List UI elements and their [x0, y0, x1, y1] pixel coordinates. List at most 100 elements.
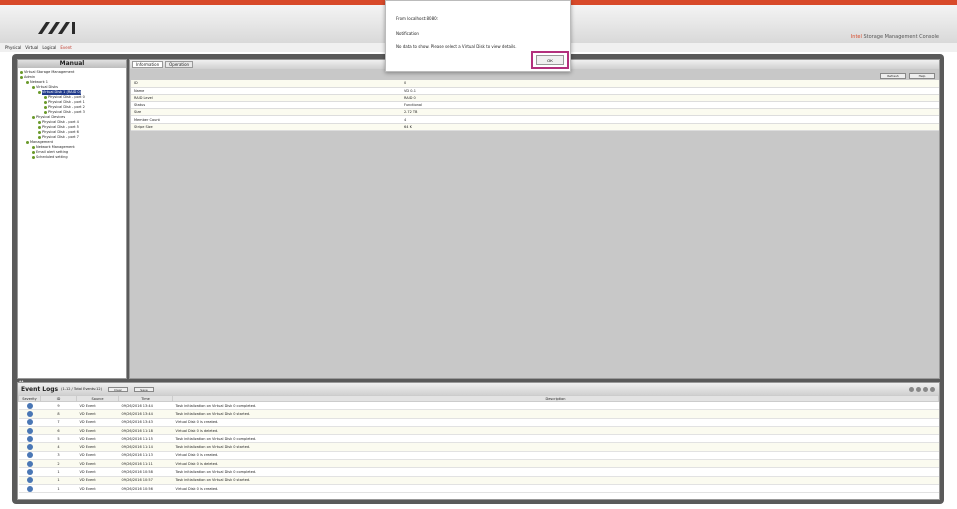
cell-time: 09/26/2016 13:43: [118, 418, 173, 427]
tree-item-label: Email alert setting: [36, 150, 69, 154]
cell-id: 9: [40, 401, 77, 411]
cell-source: VD Event: [76, 409, 119, 419]
disk-icon: [44, 105, 47, 109]
severity-cell: [18, 418, 41, 427]
tree-item-label: Scheduled setting: [36, 155, 68, 159]
disk-icon: [44, 95, 47, 99]
help-button[interactable]: Help: [909, 73, 935, 79]
property-key: Size: [131, 108, 401, 117]
brand-title: Intel Storage Management Console: [851, 34, 939, 40]
menu-item-logical[interactable]: Logical: [42, 45, 56, 50]
event-log-toolbar: Event Logs (1-12 / Total Events:12) Clea…: [18, 383, 939, 395]
tree-item-label: Physical Disk - port 4: [42, 120, 79, 124]
tree-item[interactable]: Scheduled setting: [20, 155, 124, 160]
cell-desc: Task initialization on Virtual Disk 0 st…: [172, 476, 939, 485]
table-row[interactable]: 6 VD Event 09/26/2016 11:18 Virtual Disk 0 …: [18, 426, 939, 436]
property-value: 4: [401, 115, 939, 124]
notification-dialog: From localhost:8080: Notification No dat…: [385, 0, 571, 72]
cell-time: 09/26/2016 11:14: [118, 442, 173, 452]
clear-button[interactable]: Clear: [107, 386, 128, 392]
property-row: Status Functional: [131, 101, 939, 110]
table-row[interactable]: 3 VD Event 09/26/2016 11:13 Virtual Disk 0 …: [18, 451, 939, 461]
cell-time: 09/26/2016 11:13: [118, 451, 173, 461]
save-button[interactable]: Save: [133, 386, 154, 392]
tree-item-label: Physical Disk - port 1: [48, 100, 85, 104]
property-key: RAID Level: [131, 94, 401, 103]
prev-page-icon[interactable]: [916, 386, 921, 392]
info-icon: [26, 477, 33, 484]
severity-cell: [18, 401, 41, 411]
brand-name: Storage Management Console: [863, 34, 939, 40]
info-icon: [26, 435, 33, 442]
cell-time: 09/26/2016 11:15: [118, 434, 173, 444]
severity-cell: [18, 467, 41, 477]
cell-time: 09/26/2016 10:56: [118, 484, 173, 494]
cell-desc: Task initialization on Virtual Disk 0 st…: [172, 409, 939, 419]
tab-information[interactable]: Information: [132, 61, 164, 68]
disk-icon: [20, 75, 23, 79]
event-log-actions: [909, 386, 935, 392]
severity-cell: [18, 426, 41, 436]
cell-source: VD Event: [76, 459, 119, 469]
severity-cell: [18, 459, 41, 469]
cell-id: 6: [40, 426, 77, 436]
table-row[interactable]: 9 VD Event 09/26/2016 13:44 Task initializa…: [18, 401, 939, 411]
table-row[interactable]: 2 VD Event 09/26/2016 11:11 Virtual Disk 0 …: [18, 459, 939, 469]
property-value: 2.72 TB: [401, 108, 939, 117]
properties-table: ID 0 Name VD 0-1 RAID Level RAID 0 Status Funct…: [131, 80, 939, 131]
ok-button[interactable]: OK: [536, 55, 564, 65]
main-panel: Information Operation Refresh Help ID 0 Name…: [129, 59, 940, 379]
tree-item-label: Physical Disk - port 2: [48, 105, 85, 109]
info-icon: [26, 402, 33, 409]
table-row[interactable]: 1 VD Event 09/26/2016 10:56 Virtual Disk 0 …: [18, 484, 939, 494]
disk-icon: [38, 125, 41, 129]
property-value: 0: [401, 80, 939, 88]
cell-time: 09/26/2016 13:44: [118, 409, 173, 419]
table-row[interactable]: 1 VD Event 09/26/2016 10:58 Task initializa…: [18, 467, 939, 477]
cell-source: VD Event: [76, 401, 119, 411]
event-log-table: Severity ID Source Time Description 9 VD Event…: [18, 395, 939, 494]
tab-operation[interactable]: Operation: [165, 61, 194, 68]
cell-time: 09/26/2016 11:18: [118, 426, 173, 436]
cell-source: VD Event: [76, 467, 119, 477]
property-key: Member Count: [131, 115, 401, 124]
table-row[interactable]: 5 VD Event 09/26/2016 11:15 Task initializa…: [18, 434, 939, 444]
severity-cell: [18, 476, 41, 485]
menu-item-physical[interactable]: Physical: [5, 45, 21, 50]
cell-time: 09/26/2016 11:11: [118, 459, 173, 469]
table-row[interactable]: 4 VD Event 09/26/2016 11:14 Task initializa…: [18, 442, 939, 452]
event-log-title: Event Logs: [21, 385, 59, 393]
cell-id: 2: [40, 459, 77, 469]
tree-item-label: Physical Disk - port 3: [48, 110, 85, 114]
cell-id: 7: [40, 418, 77, 427]
tree-item-label: Network Management: [36, 145, 75, 149]
table-row[interactable]: 1 VD Event 09/26/2016 10:57 Task initializa…: [18, 476, 939, 485]
disk-icon: [20, 70, 23, 74]
dialog-title: Notification: [396, 31, 419, 36]
severity-cell: [18, 484, 41, 494]
menu-item-event[interactable]: Event: [60, 45, 71, 50]
tree-item-label: Network 1: [30, 80, 48, 84]
table-row[interactable]: 7 VD Event 09/26/2016 13:43 Virtual Disk 0 …: [18, 418, 939, 427]
refresh-button[interactable]: Refresh: [880, 73, 906, 79]
brand-logo-icon: [38, 22, 75, 34]
sidebar: Manual Virtual Storage Management Admin Ne…: [17, 59, 127, 379]
property-value: RAID 0: [401, 94, 939, 103]
tree-item-label: Physical Devices: [36, 115, 66, 119]
brand-prefix: Intel: [850, 34, 862, 40]
cell-desc: Virtual Disk 0 is deleted.: [172, 459, 939, 469]
menu-item-virtual[interactable]: Virtual: [25, 45, 38, 50]
next-page-icon[interactable]: [923, 386, 928, 392]
cell-desc: Virtual Disk 0 is deleted.: [172, 426, 939, 436]
dialog-origin: From localhost:8080:: [396, 16, 439, 21]
cell-source: VD Event: [76, 476, 119, 485]
first-page-icon[interactable]: [909, 386, 914, 392]
sidebar-title: Manual: [18, 60, 126, 68]
tree-item-label: Physical Disk - port 7: [42, 135, 79, 139]
table-row[interactable]: 8 VD Event 09/26/2016 13:44 Task initializa…: [18, 409, 939, 419]
property-key: Status: [131, 101, 401, 110]
disk-icon: [32, 150, 35, 154]
disk-icon: [32, 85, 35, 89]
last-page-icon[interactable]: [930, 386, 935, 392]
cell-source: VD Event: [76, 418, 119, 427]
